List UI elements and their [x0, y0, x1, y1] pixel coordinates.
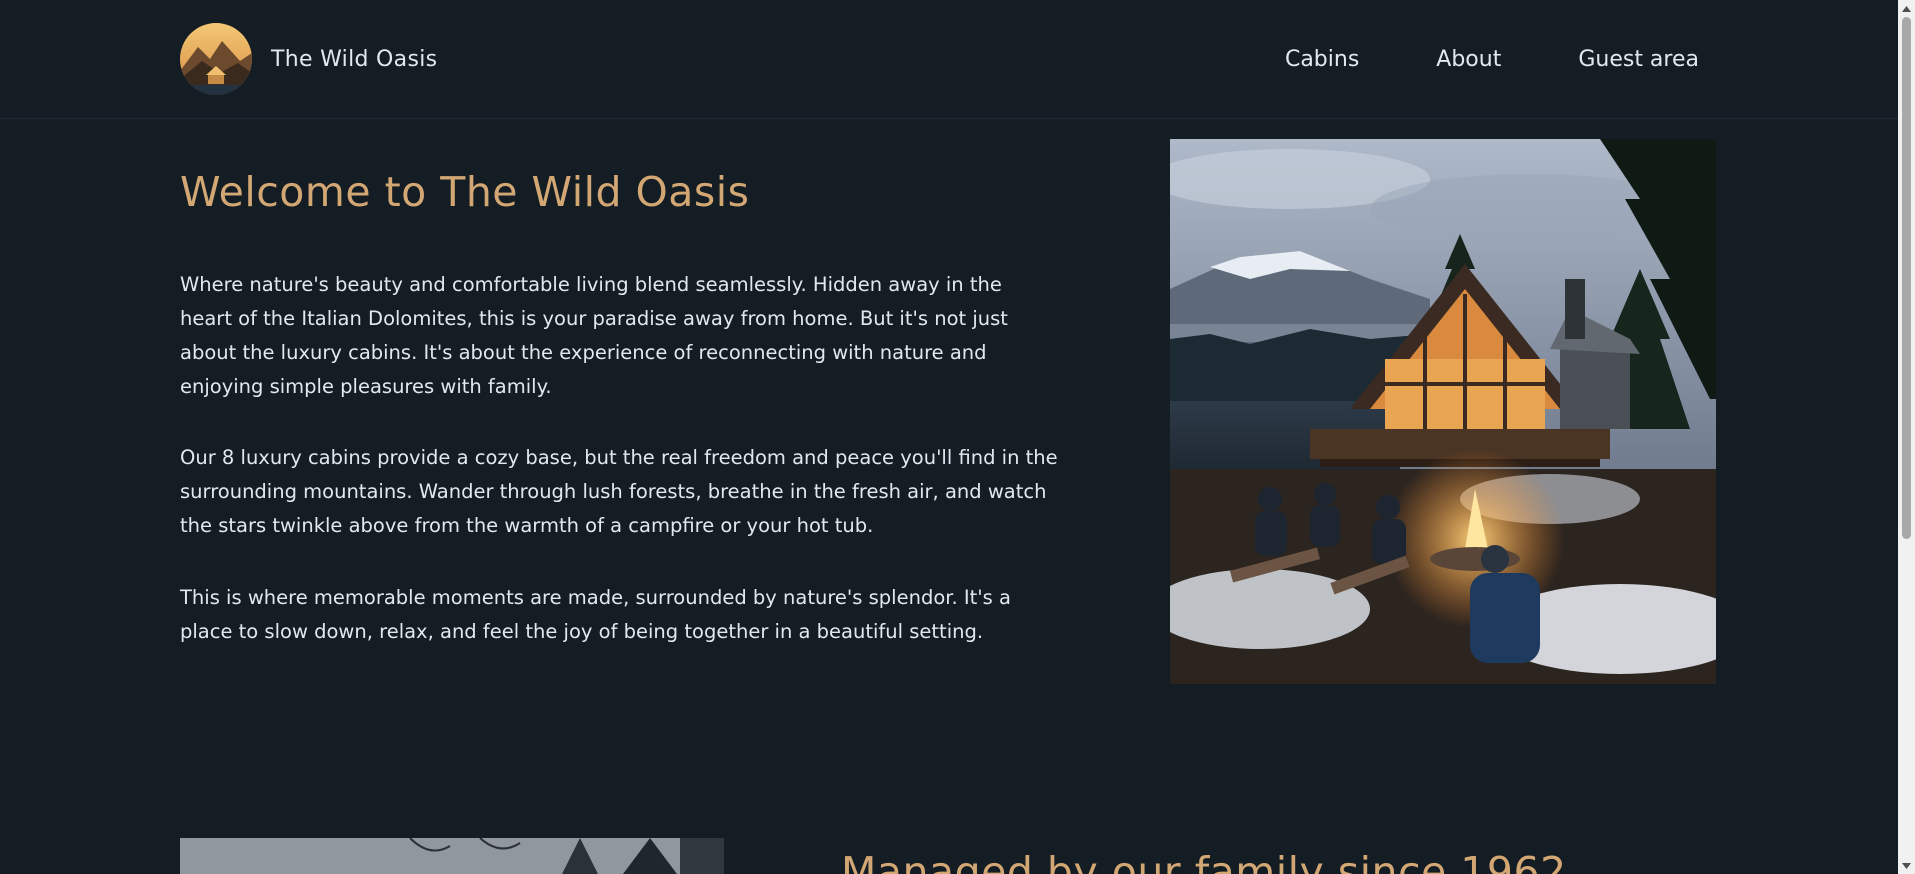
site-header: The Wild Oasis Cabins About Guest area: [0, 0, 1898, 119]
logo-icon: [180, 23, 252, 95]
nav-item-about: About: [1436, 47, 1501, 72]
vertical-scrollbar[interactable]: [1898, 0, 1915, 874]
scroll-up-icon[interactable]: [1898, 0, 1915, 17]
brand-link[interactable]: The Wild Oasis: [180, 23, 437, 95]
nav-link-cabins[interactable]: Cabins: [1285, 47, 1359, 72]
nav-item-guest-area: Guest area: [1578, 47, 1699, 72]
main-nav: Cabins About Guest area: [1285, 47, 1699, 72]
about-page: The Wild Oasis Cabins About Guest area W…: [0, 0, 1915, 874]
family-section-title: Managed by our family since 1962: [841, 848, 1567, 874]
welcome-title: Welcome to The Wild Oasis: [180, 168, 750, 216]
welcome-paragraph: Our 8 luxury cabins provide a cozy base,…: [180, 446, 1058, 537]
scroll-down-icon[interactable]: [1898, 857, 1915, 874]
nav-link-guest-area[interactable]: Guest area: [1578, 47, 1699, 72]
family-image: [180, 838, 724, 874]
scrollbar-thumb[interactable]: [1902, 17, 1911, 539]
nav-item-cabins: Cabins: [1285, 47, 1359, 72]
welcome-paragraph: Where nature's beauty and comfortable li…: [180, 273, 1008, 398]
cabin-campfire-image: [1170, 139, 1716, 684]
nav-link-about[interactable]: About: [1436, 47, 1501, 72]
brand-name: The Wild Oasis: [271, 46, 438, 72]
welcome-paragraph: This is where memorable moments are made…: [180, 586, 1011, 643]
